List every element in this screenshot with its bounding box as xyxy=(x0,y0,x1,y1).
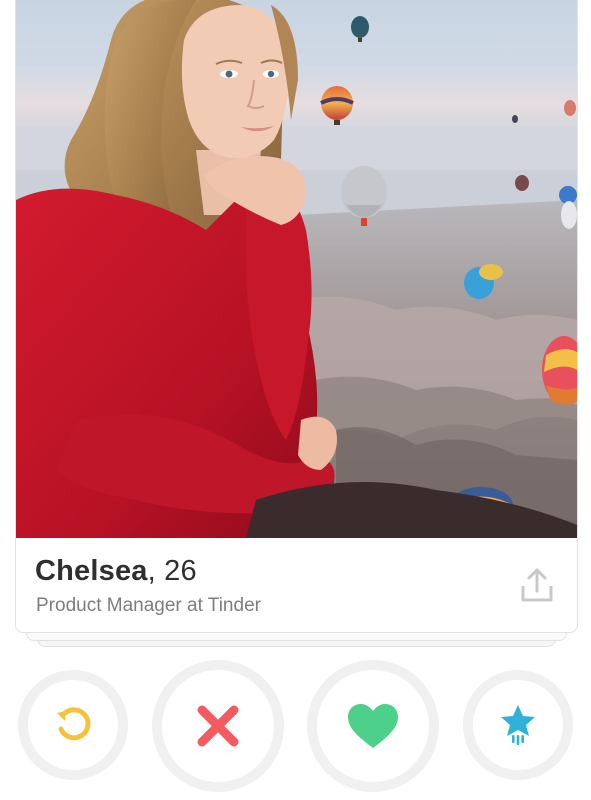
profile-age: , 26 xyxy=(147,555,197,587)
profile-name-age: Chelsea, 26 xyxy=(35,555,197,588)
star-icon xyxy=(501,705,535,745)
super-like-button[interactable] xyxy=(463,670,573,780)
heart-icon xyxy=(348,704,398,748)
profile-job: Product Manager at Tinder xyxy=(36,595,261,616)
profile-name: Chelsea xyxy=(35,555,148,587)
close-icon xyxy=(197,705,239,747)
like-button[interactable] xyxy=(307,660,439,792)
profile-info[interactable]: Chelsea, 26 Product Manager at Tinder xyxy=(16,538,577,632)
share-button[interactable] xyxy=(519,566,555,604)
swipe-screen: Chelsea, 26 Product Manager at Tinder xyxy=(0,0,591,800)
rewind-button[interactable] xyxy=(18,670,128,780)
nope-button[interactable] xyxy=(152,660,284,792)
profile-card[interactable]: Chelsea, 26 Product Manager at Tinder xyxy=(15,0,578,633)
photo-illustration xyxy=(16,0,577,538)
profile-photo[interactable] xyxy=(16,0,577,538)
rewind-icon xyxy=(57,707,91,741)
share-icon xyxy=(521,568,553,602)
